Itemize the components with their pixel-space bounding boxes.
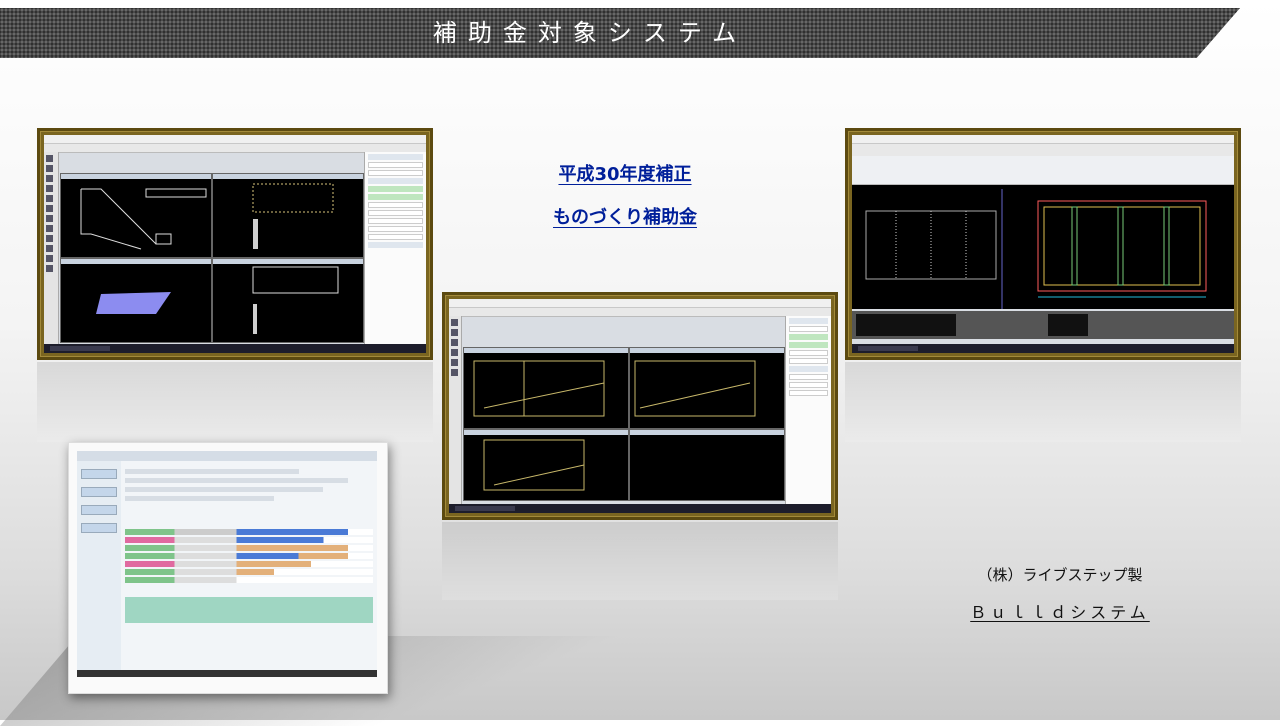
property-panel (364, 152, 426, 344)
build-system-screen (77, 451, 377, 677)
page-title: 補助金対象システム (432, 19, 748, 47)
option-bar (852, 156, 1234, 185)
cad-drawing-1 (80, 188, 207, 250)
company-name: （株）ライブステップ製 (977, 566, 1143, 584)
drawing-pane-2 (212, 173, 364, 258)
cad-screen-center (449, 299, 831, 513)
drawing-pane-c3 (463, 429, 629, 501)
reflection-right (845, 362, 1241, 442)
schedule-grid (125, 529, 373, 591)
taskbar (44, 344, 426, 353)
footer-band (125, 597, 373, 623)
subsidy-name: ものづくり補助金 (553, 207, 697, 228)
drawing-pane-1 (60, 173, 212, 258)
cad-screenshot-left (37, 128, 433, 360)
menu-bar (44, 135, 426, 144)
tool-palette (44, 152, 59, 344)
build-system-photo (68, 442, 388, 694)
cad-screenshot-center (442, 292, 838, 520)
drawing-pane-c4 (629, 429, 785, 501)
property-panel-center (785, 316, 831, 504)
plan-view (852, 185, 1234, 309)
drawing-pane-c2 (629, 347, 785, 429)
cad-screenshot-right (845, 128, 1241, 360)
3d-view-pane (60, 258, 212, 343)
drawing-pane-4 (212, 258, 364, 343)
cad-screen-right (852, 135, 1234, 353)
reflection-left (37, 362, 433, 442)
thumbnail-strip (852, 311, 1234, 339)
subsidy-year: 平成30年度補正 (558, 164, 692, 185)
drawing-pane-c1 (463, 347, 629, 429)
cad-screen-left (44, 135, 426, 353)
system-name: Ｂｕｌｌｄシステム (970, 603, 1150, 622)
reflection-center (442, 522, 838, 600)
